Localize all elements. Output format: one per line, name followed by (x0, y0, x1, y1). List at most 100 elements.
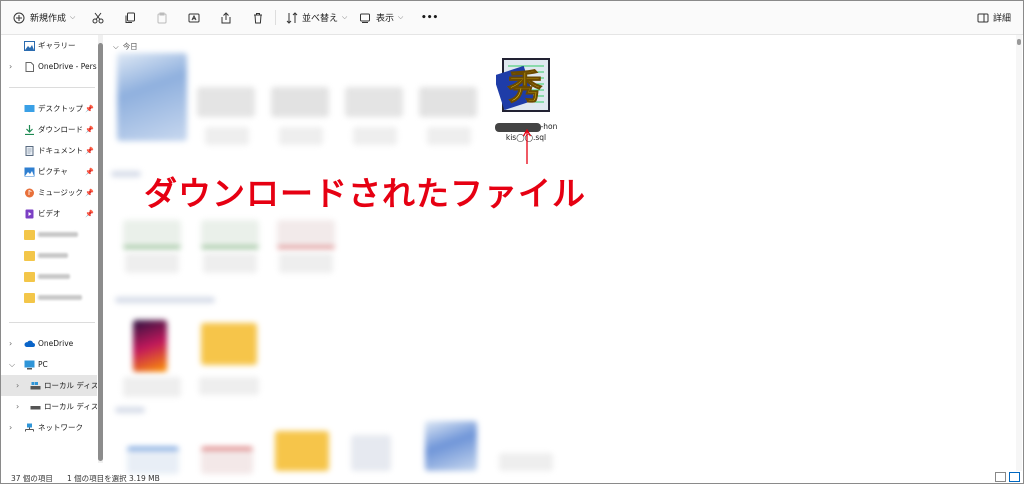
sidebar-item-onedrive-personal[interactable]: › OneDrive - Perso (1, 56, 97, 77)
file-explorer-window: 新規作成 ⌵ 並べ替え ⌵ 表示 ⌵ ••• 詳細 ギャラリー › OneDri… (0, 0, 1024, 484)
copy-icon (125, 12, 135, 23)
music-icon (25, 188, 34, 197)
view-button[interactable]: 表示 ⌵ (359, 1, 403, 34)
file-label (203, 253, 257, 273)
file-label (279, 127, 323, 145)
sidebar-item-pc[interactable]: ⌵ PC (1, 354, 97, 375)
toolbar-divider (275, 10, 276, 25)
cut-button[interactable] (92, 1, 104, 34)
scissors-icon (92, 12, 104, 23)
details-view-icon[interactable] (995, 472, 1006, 482)
file-label (199, 377, 259, 395)
pin-icon: 📌 (85, 209, 94, 218)
status-bar: 37 個の項目 1 個の項目を選択 3.19 MB (1, 471, 1023, 483)
file-thumbnail[interactable] (127, 447, 179, 474)
sidebar-item-local-disk-d[interactable]: › ローカル ディスク (1, 396, 97, 417)
folder-thumbnail[interactable] (275, 431, 329, 471)
pin-icon: 📌 (85, 125, 94, 134)
sidebar-item-pinned-folder[interactable] (1, 224, 97, 245)
details-button-label: 詳細 (993, 14, 1012, 24)
sidebar-item-pinned-folder[interactable] (1, 245, 97, 266)
view-button-label: 表示 (376, 14, 395, 24)
sidebar-item-gallery[interactable]: ギャラリー (1, 35, 97, 56)
file-thumbnail[interactable] (123, 220, 181, 249)
sidebar-item-pinned-folder[interactable] (1, 266, 97, 287)
folder-thumbnail[interactable] (201, 323, 257, 365)
large-icons-view-icon[interactable] (1009, 472, 1020, 482)
network-icon (25, 423, 34, 431)
sidebar-item-desktop[interactable]: デスクトップ 📌 (1, 98, 97, 119)
scrollbar-thumb[interactable] (98, 43, 103, 461)
file-thumbnail[interactable] (345, 87, 403, 117)
desktop-icon (24, 104, 35, 112)
sidebar-item-pinned-folder[interactable] (1, 287, 97, 308)
download-icon (25, 124, 34, 135)
new-button-label: 新規作成 (30, 14, 67, 24)
sidebar-item-music[interactable]: ミュージック 📌 (1, 182, 97, 203)
sidebar-item-videos[interactable]: ビデオ 📌 (1, 203, 97, 224)
selection-info: 1 個の項目を選択 3.19 MB (67, 474, 160, 483)
blurred-label (38, 253, 68, 258)
sort-button-label: 並べ替え (302, 14, 339, 24)
sidebar-divider (9, 322, 95, 323)
more-options-button[interactable]: ••• (421, 1, 438, 34)
file-thumbnail[interactable] (351, 435, 391, 471)
file-label (125, 253, 179, 273)
paste-button[interactable] (156, 1, 168, 34)
pin-icon: 📌 (85, 104, 94, 113)
sidebar-item-documents[interactable]: ドキュメント 📌 (1, 140, 97, 161)
file-thumbnail[interactable] (117, 53, 187, 141)
group-header-today[interactable]: ⌵ 今日 (113, 41, 138, 52)
folder-icon (24, 229, 35, 240)
computer-icon (24, 360, 35, 369)
navigation-pane: ギャラリー › OneDrive - Perso デスクトップ 📌 ダウンロード… (1, 35, 105, 471)
sidebar-item-local-disk-c[interactable]: › ローカル ディスク (1, 375, 97, 396)
gallery-icon (24, 40, 35, 51)
file-thumbnail[interactable] (425, 421, 477, 471)
sort-icon (286, 11, 298, 24)
file-thumbnail[interactable] (271, 87, 329, 117)
file-thumbnail[interactable] (419, 87, 477, 117)
pin-icon: 📌 (85, 188, 94, 197)
content-scrollbar[interactable] (1016, 35, 1022, 471)
file-thumbnail[interactable] (201, 447, 253, 474)
chevron-right-icon: › (9, 339, 13, 348)
rename-button[interactable] (188, 1, 200, 34)
chevron-down-icon: ⌵ (70, 13, 76, 21)
chevron-right-icon: › (9, 423, 13, 432)
command-bar: 新規作成 ⌵ 並べ替え ⌵ 表示 ⌵ ••• 詳細 (1, 1, 1023, 35)
file-label (427, 127, 471, 145)
delete-button[interactable] (252, 1, 264, 34)
sidebar-item-pictures[interactable]: ピクチャ 📌 (1, 161, 97, 182)
folder-icon (24, 292, 35, 303)
share-button[interactable] (220, 1, 232, 34)
new-button[interactable]: 新規作成 ⌵ (13, 1, 75, 34)
file-thumbnail[interactable] (201, 220, 259, 249)
sidebar-item-label: ピクチャ (38, 167, 68, 176)
more-icon: ••• (421, 12, 439, 23)
sort-button[interactable]: 並べ替え ⌵ (286, 1, 347, 34)
group-header-blurred (115, 407, 145, 413)
details-button[interactable]: 詳細 (977, 1, 1011, 34)
sidebar-item-network[interactable]: › ネットワーク (1, 417, 97, 438)
folder-icon (24, 250, 35, 261)
share-icon (221, 11, 231, 23)
sidebar-item-label: デスクトップ (38, 104, 83, 113)
file-thumbnail[interactable] (499, 453, 553, 471)
file-thumbnail[interactable] (133, 320, 167, 372)
file-thumbnail[interactable] (197, 87, 255, 117)
copy-button[interactable] (124, 1, 136, 34)
scroll-up-arrow[interactable] (1017, 39, 1021, 45)
sidebar-item-label: ローカル ディスク (44, 381, 97, 390)
sidebar-scrollbar[interactable] (98, 35, 103, 463)
file-label (279, 253, 333, 273)
view-icon (360, 13, 370, 23)
sidebar-item-downloads[interactable]: ダウンロード 📌 (1, 119, 97, 140)
sidebar-item-onedrive[interactable]: › OneDrive (1, 333, 97, 354)
hidemaru-file-icon[interactable]: 秀 (496, 56, 554, 116)
file-thumbnail[interactable] (277, 220, 335, 249)
rename-icon (188, 13, 200, 22)
sidebar-item-label: ビデオ (38, 209, 61, 218)
add-circle-icon (13, 12, 25, 23)
redacted-text (494, 122, 541, 132)
